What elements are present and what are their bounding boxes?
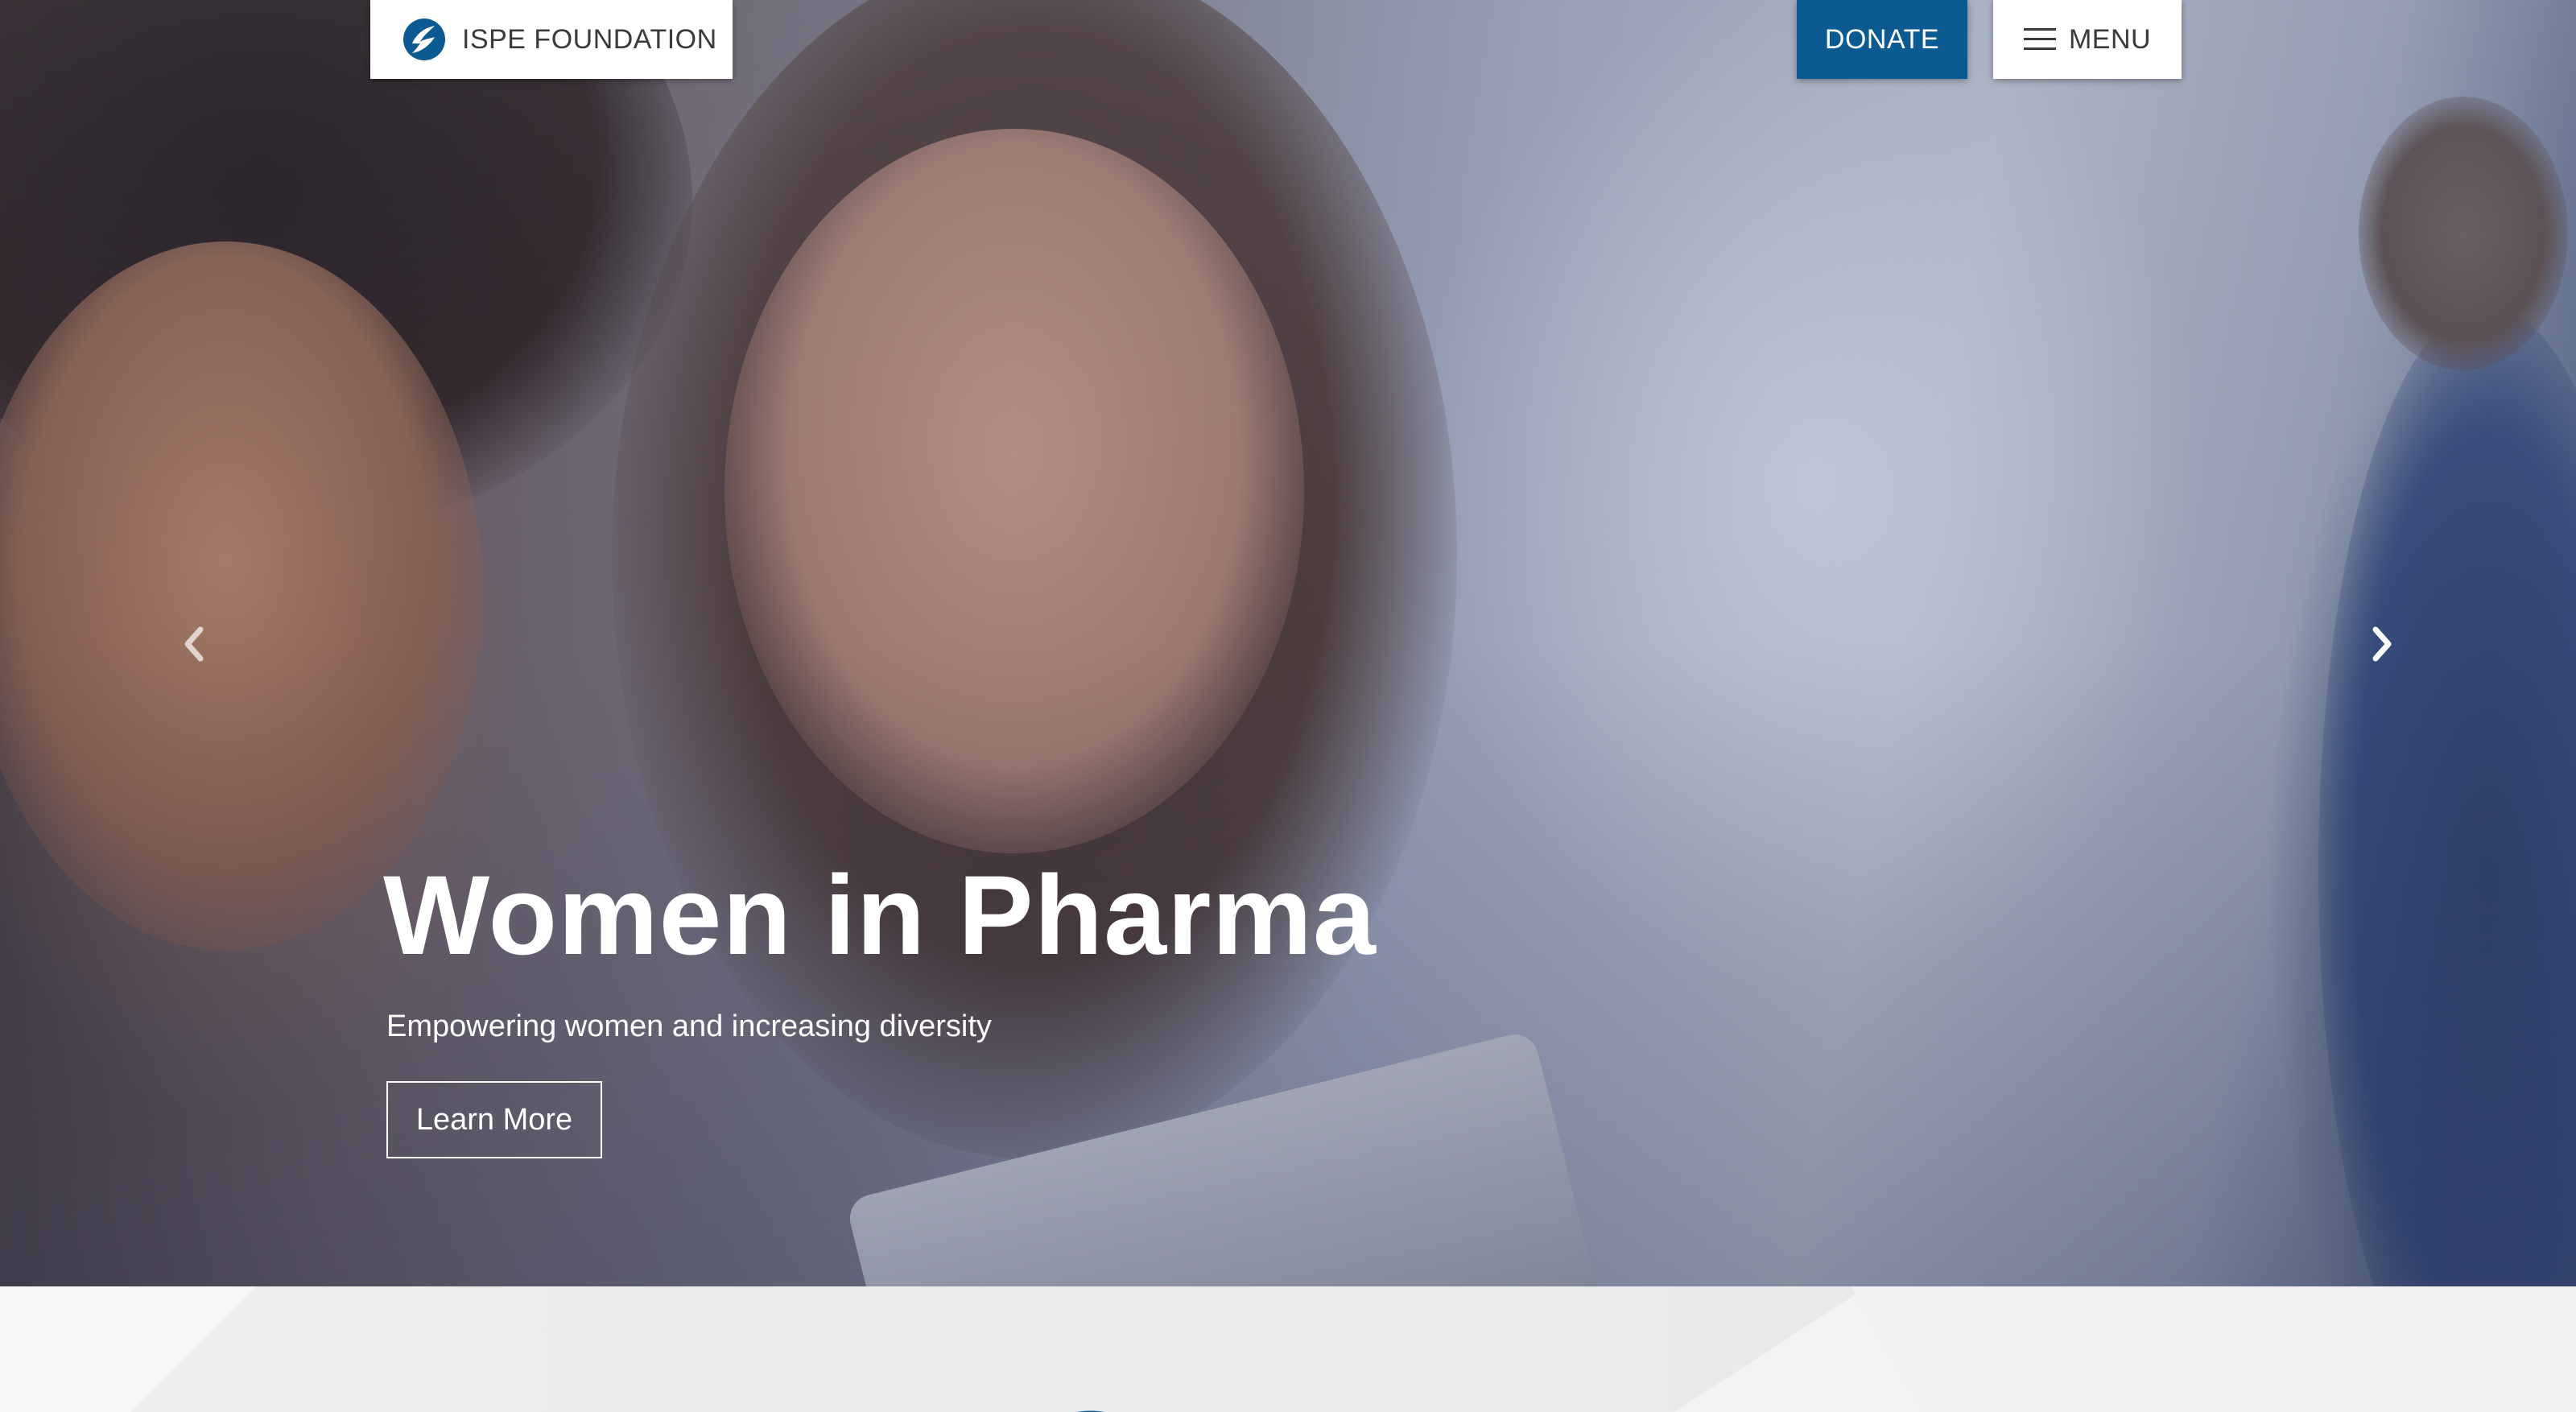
hamburger-icon xyxy=(2023,28,2056,50)
hero-subtitle: Empowering women and increasing diversit… xyxy=(386,1009,992,1043)
donate-button[interactable]: DONATE xyxy=(1797,0,1967,79)
hero-title: Women in Pharma xyxy=(383,852,1377,978)
chevron-left-icon xyxy=(184,626,204,662)
brand-name: ISPE FOUNDATION xyxy=(462,23,717,55)
background-shape xyxy=(258,1286,1868,1412)
menu-button[interactable]: MENU xyxy=(1993,0,2182,79)
ispe-logo-icon xyxy=(1078,1410,1104,1412)
carousel-next-button[interactable] xyxy=(2359,620,2407,668)
brand-home-link[interactable]: ISPE FOUNDATION xyxy=(370,0,733,79)
learn-more-button[interactable]: Learn More xyxy=(386,1081,602,1158)
menu-label: MENU xyxy=(2068,23,2152,55)
lower-section xyxy=(0,1286,2576,1412)
carousel-prev-button[interactable] xyxy=(169,620,217,668)
chevron-right-icon xyxy=(2372,626,2392,662)
ispe-logo-icon xyxy=(403,19,445,60)
background-shape xyxy=(1852,1286,2576,1412)
hero-carousel: Women in Pharma Empowering women and inc… xyxy=(0,0,2576,1286)
